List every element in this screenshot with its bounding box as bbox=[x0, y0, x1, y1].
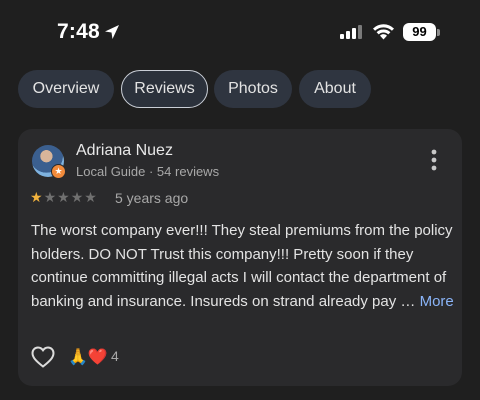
tab-reviews[interactable]: Reviews bbox=[121, 70, 208, 108]
clock: 7:48 bbox=[57, 20, 100, 43]
tab-overview[interactable]: Overview bbox=[18, 70, 114, 108]
heart-icon[interactable] bbox=[31, 346, 55, 368]
author-subtitle: Local Guide · 54 reviews bbox=[76, 164, 220, 179]
wifi-icon bbox=[373, 24, 394, 40]
more-link[interactable]: More bbox=[420, 293, 454, 310]
local-guide-badge-icon: ★ bbox=[51, 164, 66, 179]
tab-about[interactable]: About bbox=[299, 70, 371, 108]
battery-indicator: 99 bbox=[403, 23, 436, 41]
star-icon: ★ bbox=[43, 189, 58, 205]
review-author[interactable]: Adriana Nuez bbox=[76, 142, 173, 160]
tab-photos[interactable]: Photos bbox=[214, 70, 292, 108]
location-arrow-icon bbox=[105, 25, 119, 39]
signal-icon bbox=[340, 25, 362, 39]
status-bar: 7:48 99 bbox=[0, 0, 480, 64]
battery-cap bbox=[437, 29, 440, 36]
star-icon: ★ bbox=[84, 189, 98, 205]
star-icon: ★ bbox=[57, 189, 71, 205]
rating-stars: ★★★★★ bbox=[30, 189, 98, 206]
review-age: 5 years ago bbox=[115, 190, 189, 206]
star-icon: ★ bbox=[70, 189, 85, 205]
reaction-count: 4 bbox=[111, 348, 119, 364]
star-icon: ★ bbox=[30, 189, 44, 205]
review-card: ★ Adriana Nuez Local Guide · 54 reviews … bbox=[18, 129, 462, 386]
reaction-emoji[interactable]: 🙏❤️ bbox=[68, 347, 108, 367]
more-vertical-icon[interactable] bbox=[428, 149, 440, 171]
review-text: The worst company ever!!! They steal pre… bbox=[31, 219, 456, 313]
review-text-body: The worst company ever!!! They steal pre… bbox=[31, 222, 453, 310]
